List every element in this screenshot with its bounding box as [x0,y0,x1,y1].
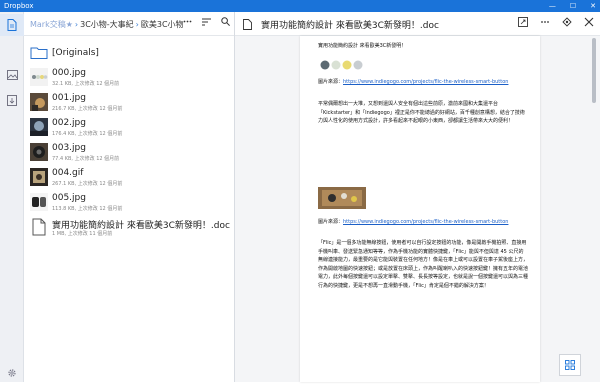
file-name: 002.jpg [52,118,86,128]
image-thumbnail [30,118,48,136]
document-icon [243,19,252,30]
scrollbar-thumb[interactable] [592,38,596,103]
folder-icon [30,47,48,59]
more-icon[interactable] [183,20,192,23]
grid-view-button[interactable] [559,354,581,376]
document-page: 實用功能簡約設計 來看歐美3C新發明！ 圖片來源：https://www.ind… [300,36,540,382]
doc-heading: 實用功能簡約設計 來看歐美3C新發明！ [318,43,407,49]
file-name: 004.gif [52,168,84,178]
doc-image-photo [318,187,366,209]
file-meta: 77.4 KB, 上次修改 12 個月前 [52,156,120,162]
nav-rail [0,12,24,382]
doc-paragraph: 「Flic」是一個多功能無線按鈕，使用者可以自行設定按鈕的功能，像是開啟手機拍照… [318,240,529,289]
minimize-button[interactable]: — [549,0,556,12]
breadcrumb-level1[interactable]: 3C小物-大事紀 [80,20,134,29]
more-icon[interactable] [540,17,550,27]
file-meta: 32.1 KB, 上次修改 12 個月前 [52,81,120,87]
file-meta: 176.4 KB, 上次修改 12 個月前 [52,131,123,137]
list-item-folder[interactable]: [Originals] [24,40,234,65]
viewer-header: 實用功能簡約設計 來看歐美3C新發明！.doc [235,12,600,36]
doc-caption: 圖片來源：https://www.indiegogo.com/projects/… [318,218,528,227]
file-name: 005.jpg [52,193,86,203]
files-nav-button[interactable] [0,14,24,36]
list-item[interactable]: 002.jpg 176.4 KB, 上次修改 12 個月前 [24,115,234,140]
photos-icon [6,70,18,80]
breadcrumb-level2[interactable]: 歐美3C小物 [141,20,184,29]
image-thumbnail [30,68,48,86]
list-item[interactable]: 005.jpg 113.8 KB, 上次修改 12 個月前 [24,190,234,215]
share-icon[interactable] [562,17,572,27]
doc-paragraph: 平常偶爾想出一大堆，又想到還與人安全有個出這些前原，激前來國和大集還平台「Kic… [318,101,525,125]
image-thumbnail [30,168,48,186]
viewer-scrollbar[interactable] [592,38,596,382]
list-item[interactable]: 001.jpg 216.7 KB, 上次修改 12 個月前 [24,90,234,115]
window-controls: — ☐ ✕ [549,0,596,12]
document-icon [32,218,46,236]
caption-link[interactable]: https://www.indiegogo.com/projects/flic-… [343,219,508,225]
caption-link[interactable]: https://www.indiegogo.com/projects/flic-… [343,79,508,85]
file-meta: 1 MB, 上次修改 11 個月前 [52,231,113,237]
file-meta: 113.8 KB, 上次修改 12 個月前 [52,206,123,212]
close-window-button[interactable]: ✕ [590,0,596,12]
breadcrumb-root[interactable]: Mark交稿★ [30,20,73,29]
caption-label: 圖片來源： [318,219,344,225]
image-thumbnail [30,193,48,211]
caption-label: 圖片來源： [318,79,344,85]
photos-nav-button[interactable] [0,64,24,86]
search-icon[interactable] [221,17,230,26]
list-item[interactable]: 004.gif 267.1 KB, 上次修改 12 個月前 [24,165,234,190]
close-icon[interactable] [584,17,594,27]
fullscreen-icon[interactable] [518,17,528,27]
offline-nav-button[interactable] [0,89,24,111]
list-toolbar [183,17,230,26]
image-thumbnail [30,143,48,161]
document-viewer: 實用功能簡約設計 來看歐美3C新發明！.doc 實用功能簡約設計 來看歐美3C新… [235,12,600,382]
path-bar: Mark交稿★ › 3C小物-大事紀 › 歐美3C小物 [24,12,234,36]
doc-caption: 圖片來源：https://www.indiegogo.com/projects/… [318,78,528,87]
file-name: 001.jpg [52,93,86,103]
offline-icon [7,94,17,106]
title-bar: Dropbox — ☐ ✕ [0,0,600,12]
file-name: 003.jpg [52,143,86,153]
file-name: [Originals] [52,48,99,58]
viewer-toolbar [518,17,594,27]
breadcrumb-separator: › [135,20,139,29]
breadcrumb-separator: › [74,20,79,29]
file-list: [Originals] 000.jpg 32.1 KB, 上次修改 12 個月前… [24,36,234,382]
files-icon [7,19,17,31]
breadcrumb: Mark交稿★ › 3C小物-大事紀 › 歐美3C小物 [30,19,184,30]
doc-image-buttons [320,60,363,70]
grid-icon [565,360,575,370]
viewer-title: 實用功能簡約設計 來看歐美3C新發明！.doc [261,21,439,31]
file-name: 000.jpg [52,68,86,78]
image-thumbnail [30,93,48,111]
file-meta: 267.1 KB, 上次修改 12 個月前 [52,181,123,187]
sort-icon[interactable] [202,18,211,26]
gear-icon [8,369,16,377]
list-item[interactable]: 003.jpg 77.4 KB, 上次修改 12 個月前 [24,140,234,165]
maximize-button[interactable]: ☐ [570,0,576,12]
file-meta: 216.7 KB, 上次修改 12 個月前 [52,106,123,112]
settings-nav-button[interactable] [0,362,24,384]
list-item-selected[interactable]: 實用功能簡約設計 來看歐美3C新發明！.doc 1 MB, 上次修改 11 個月… [24,215,234,240]
list-item[interactable]: 000.jpg 32.1 KB, 上次修改 12 個月前 [24,65,234,90]
app-title: Dropbox [4,2,34,10]
